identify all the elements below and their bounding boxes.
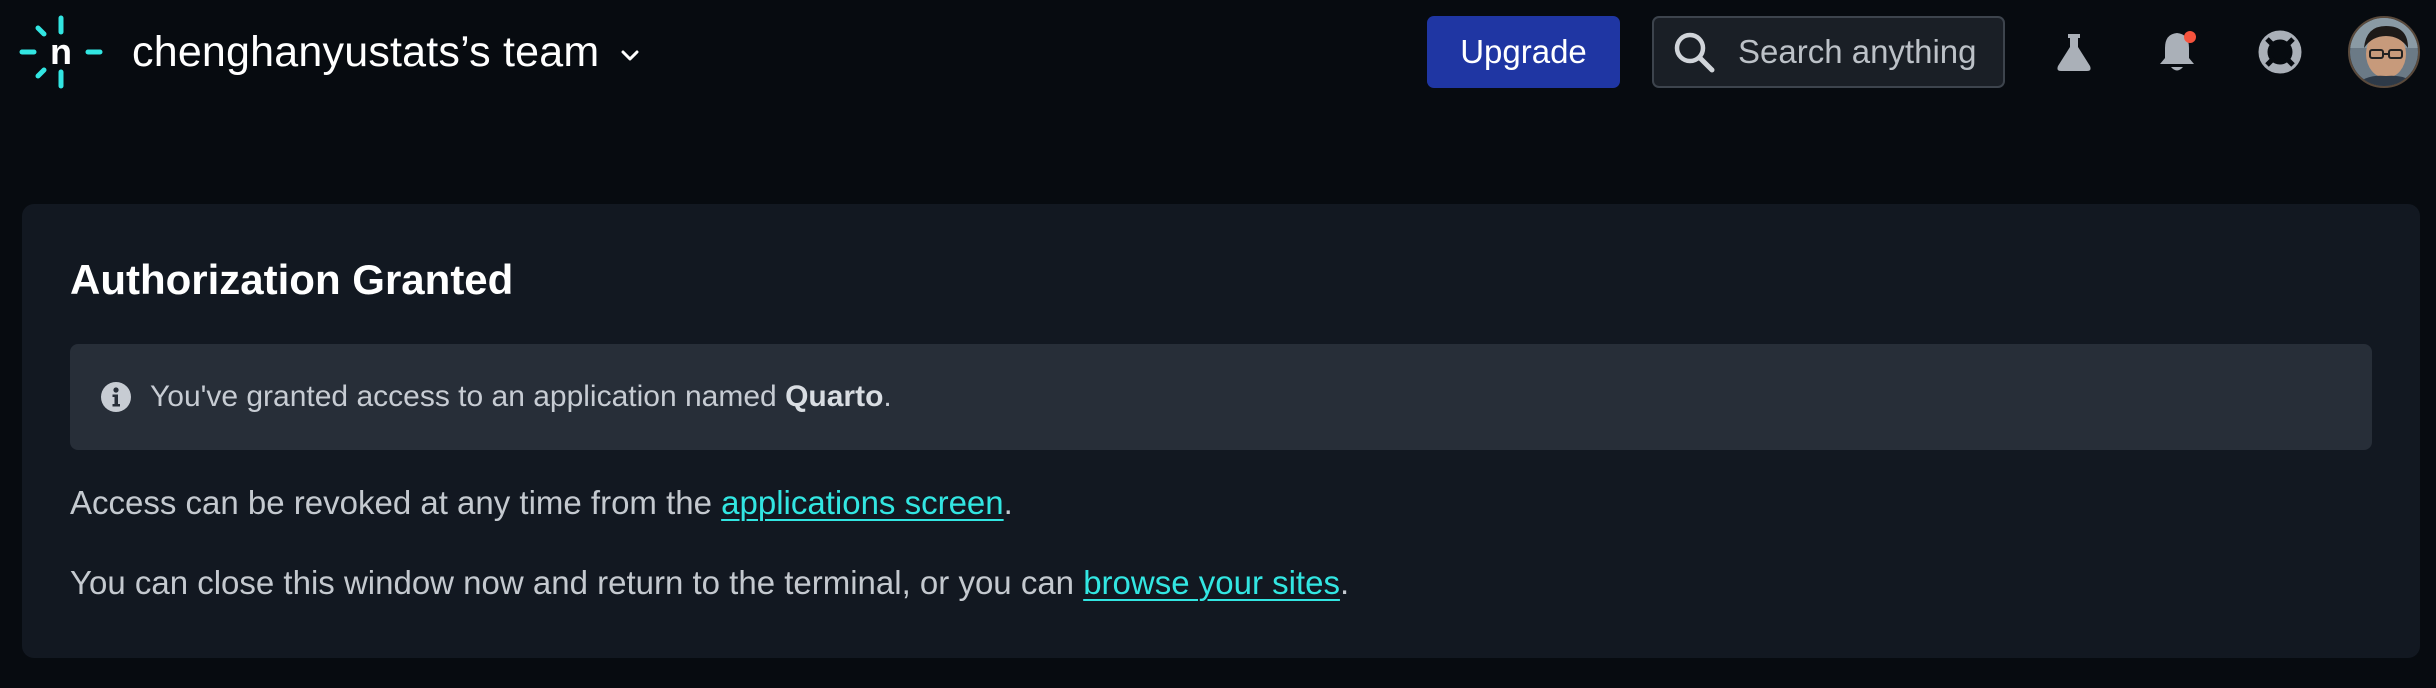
netlify-logo-icon[interactable]: n	[18, 14, 104, 90]
bell-icon[interactable]	[2143, 18, 2211, 86]
search-placeholder: Search anything	[1738, 33, 1977, 70]
app-name: Quarto	[785, 380, 884, 413]
search-input[interactable]: Search anything	[1652, 16, 2005, 88]
svg-text:n: n	[50, 31, 72, 72]
close-window-text: You can close this window now and return…	[70, 564, 1350, 601]
top-navigation-bar: n chenghanyustats’s team Upgrade Search …	[0, 0, 2436, 105]
chevron-down-icon	[621, 50, 639, 61]
authorization-card: Authorization Granted You've granted acc…	[22, 204, 2420, 658]
revoke-text: Access can be revoked at any time from t…	[70, 484, 1013, 521]
browse-sites-link[interactable]: browse your sites	[1083, 564, 1340, 601]
avatar[interactable]	[2348, 16, 2420, 88]
info-icon	[101, 382, 131, 412]
upgrade-button[interactable]: Upgrade	[1427, 16, 1620, 88]
info-notice: You've granted access to an application …	[70, 344, 2372, 450]
applications-screen-link[interactable]: applications screen	[721, 484, 1004, 521]
help-lifebuoy-icon[interactable]	[2246, 18, 2314, 86]
search-icon	[1674, 32, 1715, 73]
page-title: Authorization Granted	[70, 256, 514, 303]
team-name: chenghanyustats’s team	[132, 27, 600, 76]
team-switcher[interactable]: chenghanyustats’s team	[132, 24, 641, 80]
notice-text: You've granted access to an application …	[150, 380, 892, 413]
flask-icon[interactable]	[2040, 18, 2108, 86]
